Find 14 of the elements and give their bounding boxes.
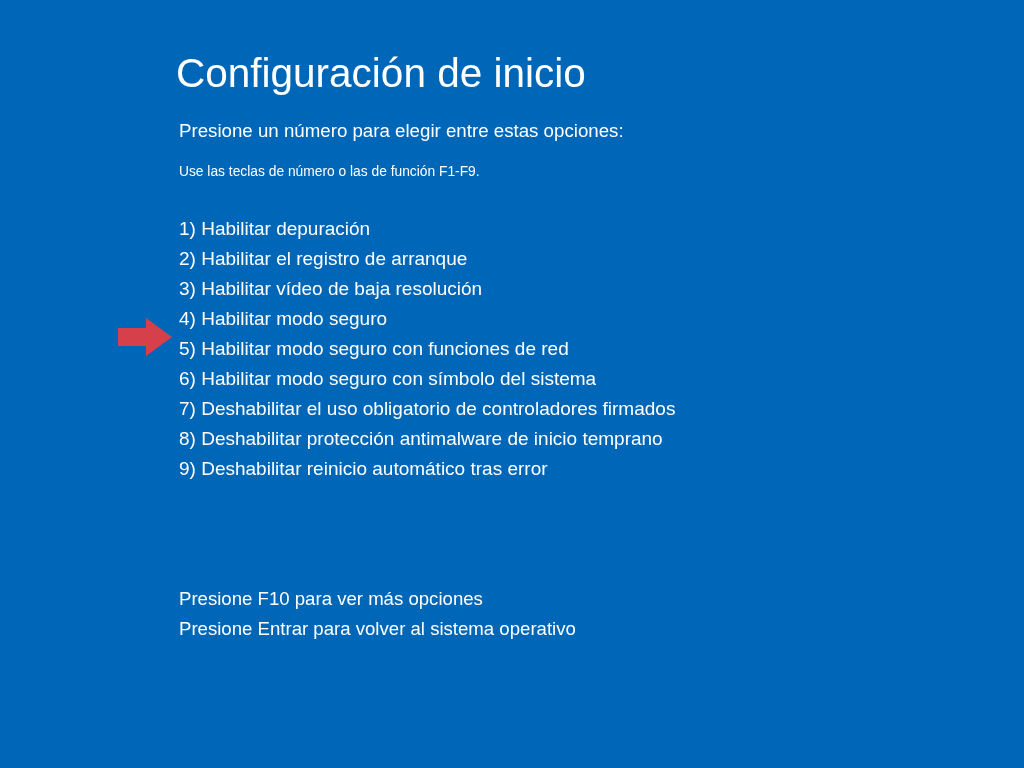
- prompt-text: Presione un número para elegir entre estas opciones:: [179, 119, 624, 143]
- option-text: 6) Habilitar modo seguro con símbolo del sistema: [179, 367, 597, 391]
- hint-text: Use las teclas de número o las de función F1-F9.: [179, 163, 480, 181]
- option-text: 8) Deshabilitar protección antimalware de inicio temprano: [179, 427, 663, 451]
- option-text: 3) Habilitar vídeo de baja resolución: [179, 277, 483, 301]
- option-text: 5) Habilitar modo seguro con funciones de red: [179, 337, 569, 361]
- instruction-text: Presione F10 para ver más opciones: [179, 587, 483, 611]
- screen-title: Configuración de inicio: [176, 49, 586, 97]
- option-text: 2) Habilitar el registro de arranque: [179, 247, 468, 271]
- option-text: 1) Habilitar depuración: [179, 217, 371, 241]
- instruction-text: Presione Entrar para volver al sistema operativo: [179, 617, 576, 641]
- option-text: 7) Deshabilitar el uso obligatorio de controladores firmados: [179, 397, 676, 421]
- option-text: 9) Deshabilitar reinicio automático tras error: [179, 457, 548, 481]
- option-text: 4) Habilitar modo seguro: [179, 307, 388, 331]
